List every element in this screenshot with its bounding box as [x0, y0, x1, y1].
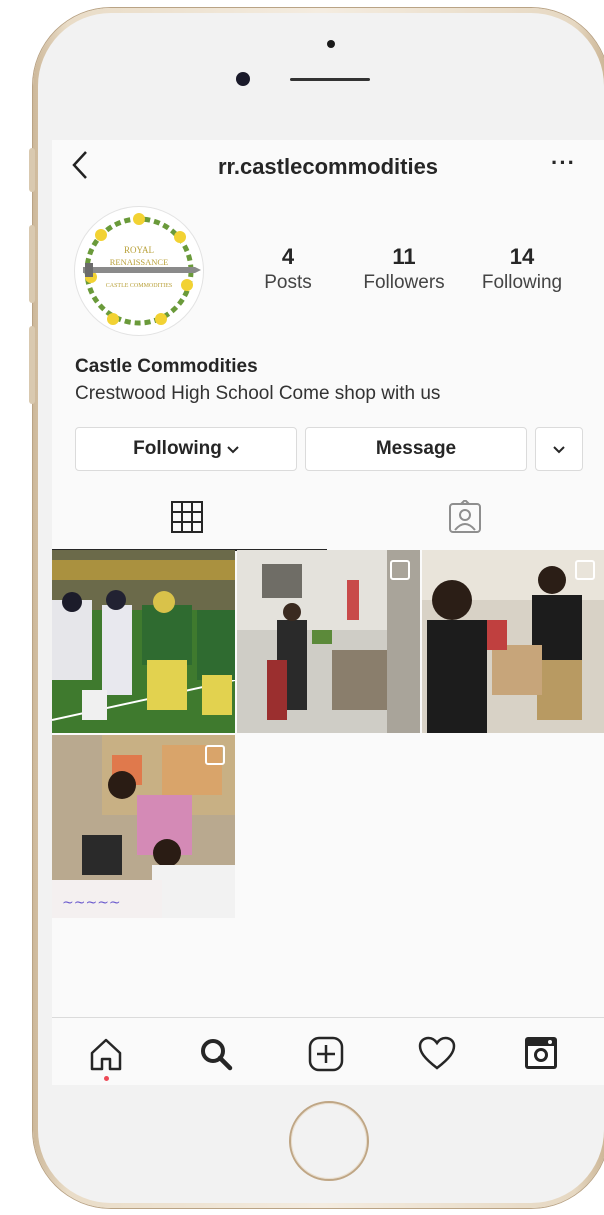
post-thumbnail[interactable]: [52, 550, 235, 733]
profile-bio: Crestwood High School Come shop with us: [75, 383, 441, 404]
volume-down-button: [29, 326, 35, 404]
profile-username: rr.castlecommodities: [217, 154, 439, 179]
instagram-profile-screen: rr.castlecommodities ··· ROYAL RENAISSAN…: [52, 140, 604, 1085]
multiple-photos-icon: [575, 560, 595, 580]
nav-home[interactable]: [88, 1036, 124, 1077]
following-button[interactable]: Following: [75, 427, 297, 471]
multiple-photos-icon: [390, 560, 410, 580]
following-count[interactable]: 14 Following: [476, 244, 568, 294]
svg-text:CASTLE COMMODITIES: CASTLE COMMODITIES: [106, 283, 173, 289]
followers-count[interactable]: 11 Followers: [358, 244, 450, 294]
nav-profile[interactable]: [524, 1036, 558, 1075]
tagged-icon: [449, 498, 481, 533]
notification-dot: [104, 1076, 109, 1081]
profile-header: rr.castlecommodities ···: [52, 140, 604, 195]
posts-count-label: Posts: [264, 272, 312, 293]
nav-add-post[interactable]: [308, 1036, 344, 1077]
tab-grid[interactable]: [170, 500, 204, 539]
front-camera: [236, 72, 250, 86]
home-button[interactable]: [289, 1101, 369, 1181]
following-count-value: 14: [509, 244, 535, 269]
mute-switch: [29, 148, 35, 192]
profile-display-name: Castle Commodities: [75, 356, 258, 377]
royal-renaissance-logo: ROYAL RENAISSANCE CASTLE COMMODITIES: [83, 213, 201, 326]
search-icon: [201, 1039, 233, 1071]
posts-count: 4 Posts: [264, 244, 312, 294]
followers-count-label: Followers: [363, 272, 445, 293]
profile-icon: [525, 1037, 557, 1069]
chevron-down-icon: [553, 438, 565, 460]
post-thumbnail[interactable]: ~~~~~: [52, 735, 235, 918]
message-button-label: Message: [375, 438, 457, 459]
add-post-icon: [308, 1036, 344, 1072]
more-options-icon: ···: [551, 150, 576, 175]
bottom-navigation: [52, 1017, 604, 1085]
post-thumbnail[interactable]: [422, 550, 604, 733]
nav-activity[interactable]: [418, 1036, 456, 1077]
multiple-photos-icon: [205, 745, 225, 765]
post-thumbnail[interactable]: [237, 550, 420, 733]
posts-count-value: 4: [281, 244, 295, 269]
followers-count-value: 11: [392, 244, 416, 269]
tab-tagged[interactable]: [448, 498, 482, 539]
svg-text:~~~~~: ~~~~~: [62, 895, 121, 911]
more-options-button[interactable]: ···: [551, 150, 576, 176]
profile-avatar[interactable]: ROYAL RENAISSANCE CASTLE COMMODITIES: [74, 206, 204, 336]
nav-search[interactable]: [198, 1036, 234, 1077]
svg-text:ROYAL: ROYAL: [124, 245, 154, 255]
photo-football-game: [52, 550, 235, 733]
chevron-down-icon: [227, 438, 239, 460]
profile-tabs: [52, 492, 604, 550]
volume-up-button: [29, 225, 35, 303]
home-icon: [90, 1038, 122, 1071]
message-button[interactable]: Message: [305, 427, 527, 471]
svg-text:RENAISSANCE: RENAISSANCE: [110, 257, 169, 267]
following-count-label: Following: [481, 272, 563, 293]
earpiece-speaker: [290, 78, 370, 81]
proximity-sensor: [327, 40, 335, 48]
grid-icon: [171, 501, 203, 533]
heart-icon: [418, 1036, 456, 1070]
following-button-label: Following: [133, 438, 222, 459]
suggested-accounts-button[interactable]: [535, 427, 583, 471]
